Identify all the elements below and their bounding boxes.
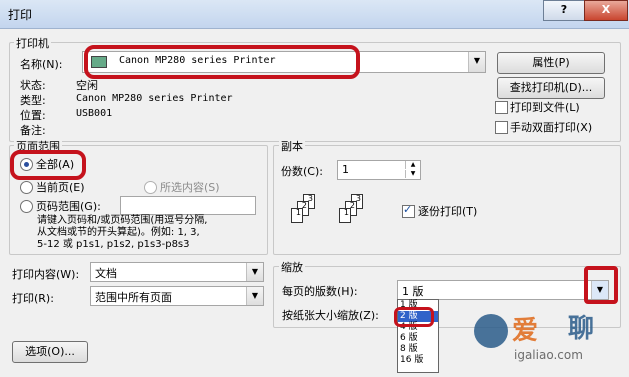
printer-legend: 打印机 (14, 35, 51, 51)
comment-label: 备注: (20, 124, 46, 137)
copies-count-spinner[interactable]: 1 ▲ ▼ (337, 160, 421, 180)
options-button[interactable]: 选项(O)... (12, 341, 88, 363)
hint-line-3: 5-12 或 p1s1, p1s2, p1s3-p8s3 (37, 239, 190, 250)
print-select[interactable]: 范围中所有页面 ▼ (90, 286, 264, 306)
help-button[interactable]: ? (543, 0, 585, 21)
range-all-radio[interactable] (20, 158, 33, 171)
range-current-radio[interactable] (20, 181, 33, 194)
collated-pages-icon: 3 2 1 (333, 186, 373, 230)
manual-duplex-checkbox[interactable] (495, 121, 508, 134)
chevron-down-icon[interactable]: ▼ (246, 263, 263, 281)
dropdown-option[interactable]: 6 版 (398, 333, 438, 344)
range-current-label: 当前页(E) (36, 181, 85, 194)
uncollated-pages-icon: 3 2 1 (285, 186, 325, 230)
chevron-down-icon[interactable]: ▼ (246, 287, 263, 305)
watermark-text-1: 爱 (512, 316, 539, 346)
hint-line-1: 请键入页码和/或页码范围(用逗号分隔, (37, 215, 208, 226)
dropdown-option[interactable]: 16 版 (398, 355, 438, 366)
dropdown-option[interactable]: 8 版 (398, 344, 438, 355)
range-all-label: 全部(A) (36, 158, 75, 171)
copies-count-label: 份数(C): (281, 165, 323, 178)
location-value: USB001 (76, 108, 113, 119)
highlight-dropdown-arrow (584, 266, 618, 304)
copies-legend: 副本 (279, 138, 305, 154)
scale-label: 按纸张大小缩放(Z): (282, 309, 379, 322)
collate-checkbox[interactable] (402, 203, 415, 218)
watermark-text-2: 聊 (568, 314, 595, 344)
status-value: 空闲 (76, 79, 98, 92)
type-label: 类型: (20, 94, 46, 107)
range-selection-radio[interactable] (144, 181, 157, 194)
title-bar (0, 0, 629, 29)
pages-per-sheet-value: 1 版 (402, 285, 424, 298)
printer-name-label: 名称(N): (20, 58, 63, 71)
range-selection-label: 所选内容(S) (160, 181, 220, 194)
copies-count-value: 1 (342, 163, 349, 176)
pages-per-sheet-select[interactable]: 1 版 ▼ (397, 280, 609, 300)
page-range-input[interactable] (120, 196, 256, 215)
print-what-value: 文档 (95, 267, 117, 280)
manual-duplex-label: 手动双面打印(X) (510, 121, 593, 134)
highlight-selected-option (394, 307, 434, 327)
range-pages-label: 页码范围(G): (36, 200, 101, 213)
properties-button[interactable]: 属性(P) (497, 52, 605, 74)
window-title: 打印 (8, 8, 33, 22)
watermark-logo: 爱 聊 igaliao.com (470, 306, 620, 374)
watermark-site: igaliao.com (514, 348, 583, 362)
spin-down-icon[interactable]: ▼ (405, 170, 420, 178)
type-value: Canon MP280 series Printer (76, 93, 233, 104)
pages-per-sheet-label: 每页的版数(H): (282, 285, 358, 298)
page-range-hint: 请键入页码和/或页码范围(用逗号分隔, 从文档或节的开头算起)。例如: 1, 3… (37, 215, 207, 251)
zoom-legend: 缩放 (279, 259, 305, 275)
watermark-circle-icon (474, 314, 508, 348)
collate-label: 逐份打印(T) (418, 205, 478, 218)
status-label: 状态: (20, 79, 46, 92)
print-value: 范围中所有页面 (95, 291, 172, 304)
print-label: 打印(R): (12, 292, 54, 305)
print-to-file-label: 打印到文件(L) (510, 101, 580, 114)
spin-up-icon[interactable]: ▲ (405, 161, 420, 169)
highlight-printer-name (84, 45, 360, 79)
chevron-down-icon[interactable]: ▼ (468, 52, 485, 72)
copies-group (273, 145, 621, 255)
range-pages-radio[interactable] (20, 200, 33, 213)
hint-line-2: 从文档或节的开头算起)。例如: 1, 3, (37, 227, 200, 238)
print-what-label: 打印内容(W): (12, 268, 80, 281)
print-what-select[interactable]: 文档 ▼ (90, 262, 264, 282)
find-printer-button[interactable]: 查找打印机(D)... (497, 77, 605, 99)
print-to-file-checkbox[interactable] (495, 101, 508, 114)
close-button[interactable]: X (584, 0, 628, 21)
location-label: 位置: (20, 109, 46, 122)
